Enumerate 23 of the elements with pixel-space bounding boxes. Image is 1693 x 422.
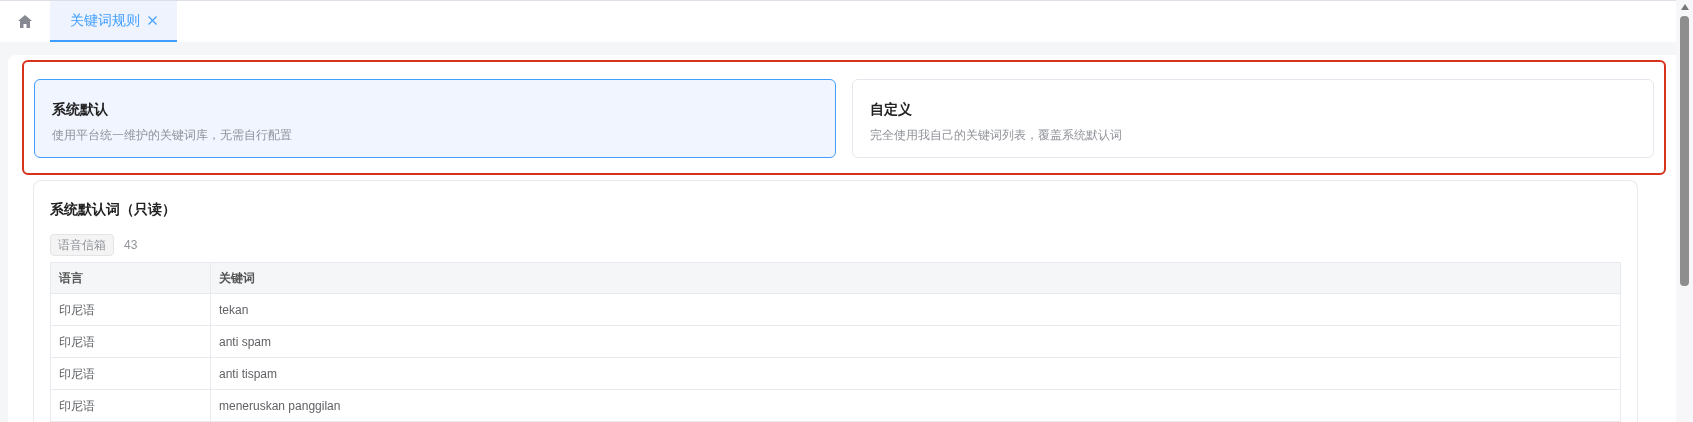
table-cell: 印尼语 [50,389,211,422]
table-cell: meneruskan panggilan [210,389,1621,422]
table-cell: 印尼语 [50,357,211,390]
table-cell: anti tispam [210,357,1621,390]
scroll-up-icon[interactable] [1680,4,1689,10]
count-text: 43 [124,237,138,254]
table-cell: 印尼语 [50,293,211,326]
option-description: 完全使用我自己的关键词列表，覆盖系统默认词 [870,127,1123,144]
option-title: 自定义 [870,100,913,119]
mode-option-card[interactable]: 系统默认 使用平台统一维护的关键词库，无需自行配置 [34,79,836,158]
table-cell: tekan [210,293,1621,326]
close-icon[interactable] [148,16,157,25]
table-cell: 印尼语 [50,325,211,358]
column-header: 语言 [50,262,211,294]
category-tag: 语音信箱 [50,234,114,256]
home-icon[interactable] [18,15,32,28]
section-title: 系统默认词（只读） [50,200,177,219]
scrollbar-thumb[interactable] [1680,16,1689,286]
mode-option-card[interactable]: 自定义 完全使用我自己的关键词列表，覆盖系统默认词 [852,79,1654,158]
column-header: 关键词 [210,262,1621,294]
option-description: 使用平台统一维护的关键词库，无需自行配置 [52,127,293,144]
option-title: 系统默认 [52,100,109,119]
table-cell: anti spam [210,325,1621,358]
